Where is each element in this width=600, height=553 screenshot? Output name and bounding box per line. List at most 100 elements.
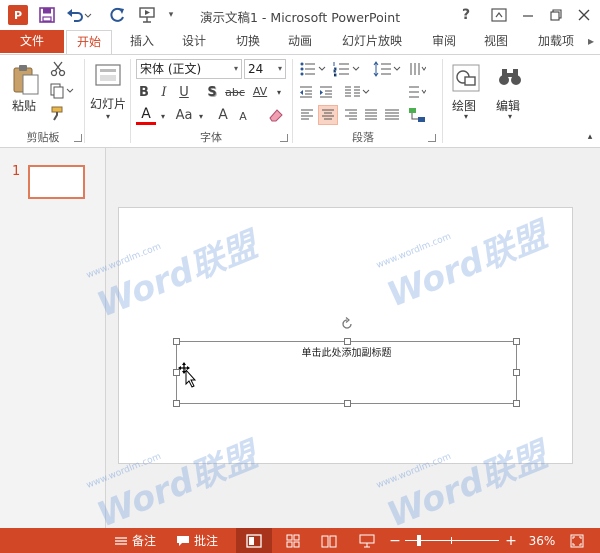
font-color-button[interactable]: A (136, 105, 156, 125)
align-right-button[interactable] (342, 105, 360, 125)
customize-toolbar-chevron-icon[interactable]: ▾ (164, 4, 178, 26)
ribbon-tab-bar: 文件 开始 插入 设计 切换 动画 幻灯片放映 审阅 视图 加载项 ▸ (0, 30, 600, 55)
change-case-button[interactable]: Aa (172, 105, 196, 125)
font-name-select[interactable]: 宋体 (正文) ▾ (136, 59, 242, 79)
slide-thumbnail[interactable] (28, 165, 85, 199)
new-slide-button[interactable] (92, 61, 124, 91)
tab-insert[interactable]: 插入 (122, 30, 162, 54)
resize-handle[interactable] (344, 400, 351, 407)
resize-handle[interactable] (513, 369, 520, 376)
tab-slideshow[interactable]: 幻灯片放映 (334, 30, 410, 54)
font-launcher-icon[interactable] (280, 134, 288, 142)
character-spacing-chevron-icon[interactable]: ▾ (274, 83, 284, 101)
resize-handle[interactable] (173, 400, 180, 407)
clipboard-launcher-icon[interactable] (74, 134, 82, 142)
line-spacing-icon (373, 61, 401, 77)
zoom-slider-thumb[interactable] (417, 535, 421, 546)
align-text-icon (409, 86, 426, 98)
align-text-button[interactable] (406, 83, 428, 101)
save-button[interactable] (36, 4, 58, 26)
zoom-out-button[interactable]: − (388, 528, 402, 553)
tab-file[interactable]: 文件 (0, 30, 64, 53)
zoom-slider-center-tick (451, 537, 452, 544)
align-left-button[interactable] (298, 105, 316, 125)
notes-button[interactable]: 备注 (108, 528, 162, 553)
rotate-handle-icon[interactable] (340, 317, 354, 331)
grow-font-button[interactable]: A (214, 105, 232, 125)
text-direction-button[interactable] (406, 59, 428, 79)
font-size-chevron-icon: ▾ (277, 64, 282, 73)
reading-view-button[interactable] (316, 528, 342, 553)
tab-animations[interactable]: 动画 (280, 30, 320, 54)
tab-addins[interactable]: 加载项 (530, 30, 582, 54)
resize-handle[interactable] (344, 338, 351, 345)
repeat-button[interactable] (106, 4, 128, 26)
font-size-select[interactable]: 24 ▾ (244, 59, 286, 79)
zoom-slider[interactable] (404, 528, 500, 553)
bold-button[interactable]: B (136, 83, 152, 101)
slideshow-view-button[interactable] (354, 528, 380, 553)
editing-button[interactable] (496, 61, 524, 93)
character-spacing-button[interactable]: AV (248, 81, 272, 101)
notes-icon (114, 536, 127, 545)
shrink-font-button[interactable]: A (234, 107, 252, 125)
slides-label[interactable]: 幻灯片 (90, 95, 126, 112)
clear-formatting-button[interactable] (266, 105, 286, 125)
comments-button[interactable]: 批注 (170, 528, 224, 553)
normal-view-button[interactable] (236, 528, 272, 553)
align-center-button[interactable] (318, 105, 338, 125)
font-color-chevron-icon[interactable]: ▾ (158, 107, 168, 125)
restore-button[interactable] (544, 4, 568, 26)
fit-to-window-button[interactable] (566, 528, 588, 553)
slideshow-from-start-button[interactable] (136, 4, 160, 26)
slide-canvas[interactable]: 单击此处添加副标题 (118, 207, 573, 464)
resize-handle[interactable] (513, 338, 520, 345)
tab-home[interactable]: 开始 (66, 30, 112, 55)
distribute-button[interactable] (382, 105, 402, 125)
zoom-in-button[interactable]: + (504, 528, 518, 553)
text-shadow-button[interactable]: S (204, 83, 220, 101)
decrease-indent-button[interactable] (298, 83, 314, 101)
increase-indent-button[interactable] (318, 83, 334, 101)
tab-view[interactable]: 视图 (476, 30, 516, 54)
collapse-ribbon-chevron-icon[interactable]: ▴ (584, 131, 596, 143)
close-button[interactable] (572, 4, 596, 26)
format-painter-button[interactable] (48, 103, 68, 123)
paste-button[interactable] (8, 61, 44, 99)
line-spacing-button[interactable] (372, 59, 402, 79)
tab-scroll-right-icon[interactable]: ▸ (584, 30, 598, 54)
drawing-chevron-icon[interactable]: ▾ (460, 111, 472, 121)
slide-editing-area: 单击此处添加副标题 (107, 148, 600, 528)
powerpoint-logo-icon[interactable]: P (8, 5, 28, 25)
paragraph-launcher-icon[interactable] (428, 134, 436, 142)
tab-review[interactable]: 审阅 (424, 30, 464, 54)
resize-handle[interactable] (173, 338, 180, 345)
bullets-button[interactable] (298, 59, 328, 79)
cut-button[interactable] (48, 59, 68, 79)
editing-chevron-icon[interactable]: ▾ (504, 111, 516, 121)
undo-button[interactable] (66, 4, 92, 26)
numbering-button[interactable] (332, 59, 362, 79)
shapes-icon (452, 64, 480, 92)
smartart-button[interactable] (406, 105, 428, 125)
change-case-chevron-icon[interactable]: ▾ (196, 107, 206, 125)
italic-button[interactable]: I (156, 83, 172, 101)
paragraph-group-label: 段落 (352, 131, 374, 144)
columns-button[interactable] (342, 83, 372, 101)
resize-handle[interactable] (513, 400, 520, 407)
underline-button[interactable]: U (176, 83, 192, 101)
help-button[interactable]: ? (456, 4, 476, 26)
strikethrough-button[interactable]: abc (224, 83, 246, 101)
drawing-button[interactable] (448, 61, 484, 95)
minimize-button[interactable] (516, 4, 540, 26)
zoom-percent[interactable]: 36% (524, 528, 560, 553)
decrease-indent-icon (300, 86, 312, 98)
new-slide-chevron-icon[interactable]: ▾ (102, 111, 114, 121)
tab-design[interactable]: 设计 (174, 30, 214, 54)
justify-button[interactable] (362, 105, 380, 125)
subtitle-placeholder[interactable]: 单击此处添加副标题 (173, 338, 520, 407)
ribbon-display-options-button[interactable] (488, 4, 510, 26)
slide-sorter-button[interactable] (280, 528, 306, 553)
copy-button[interactable] (48, 81, 76, 101)
tab-transitions[interactable]: 切换 (228, 30, 268, 54)
